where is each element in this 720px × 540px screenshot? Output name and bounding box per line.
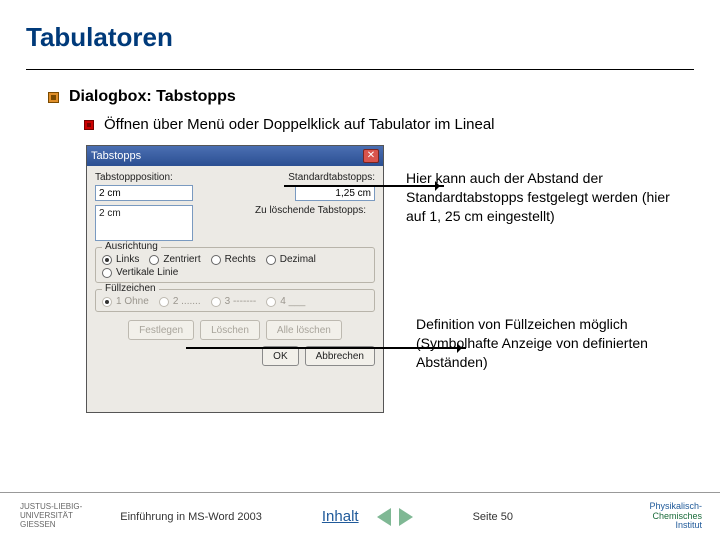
callout-text-2: Definition von Füllzeichen möglich (Symb… [416,315,686,372]
bullet2-text: Öffnen über Menü oder Doppelklick auf Ta… [104,116,495,133]
page-title: Tabulatoren [26,22,694,53]
fill-4-radio[interactable]: 4 ___ [266,296,305,307]
university-logo: JUSTUS-LIEBIG- UNIVERSITÄT GIESSEN [0,503,90,529]
delete-button[interactable]: Löschen [200,320,260,340]
align-dezimal-radio[interactable]: Dezimal [266,254,316,265]
dialog-title: Tabstopps [91,150,141,162]
close-button[interactable]: ✕ [363,149,379,163]
bullet-icon [84,120,94,130]
fill-3-radio[interactable]: 3 ------- [211,296,257,307]
fill-1-radio[interactable]: 1 Ohne [102,296,149,307]
prev-icon[interactable] [377,508,391,526]
align-rechts-radio[interactable]: Rechts [211,254,256,265]
footer: JUSTUS-LIEBIG- UNIVERSITÄT GIESSEN Einfü… [0,492,720,540]
course-title: Einführung in MS-Word 2003 [120,511,262,523]
to-delete-label: Zu löschende Tabstopps: [255,205,375,241]
bullet-level2: Öffnen über Menü oder Doppelklick auf Ta… [84,116,694,133]
delete-all-button[interactable]: Alle löschen [266,320,342,340]
default-input[interactable] [295,185,375,201]
callout-text-1: Hier kann auch der Abstand der Standardt… [406,169,676,226]
fill-group: Füllzeichen 1 Ohne 2 ....... 3 ------- 4… [95,289,375,312]
next-icon[interactable] [399,508,413,526]
pos-input[interactable] [95,185,193,201]
fill-2-radio[interactable]: 2 ....... [159,296,201,307]
default-label: Standardtabstopps: [288,172,375,183]
inhalt-link[interactable]: Inhalt [322,508,359,525]
ok-button[interactable]: OK [262,346,298,366]
pos-label: Tabstoppposition: [95,172,173,183]
bullet-icon [48,92,59,103]
align-links-radio[interactable]: Links [102,254,139,265]
nav-arrows [377,508,413,526]
set-button[interactable]: Festlegen [128,320,194,340]
pos-list[interactable]: 2 cm [95,205,193,241]
bullet1-text: Dialogbox: Tabstopps [69,88,236,106]
dialog-titlebar: Tabstopps ✕ [87,146,383,166]
align-vertikale-radio[interactable]: Vertikale Linie [102,267,178,278]
institute-logo: Physikalisch- Chemisches Institut [649,502,702,532]
align-zentriert-radio[interactable]: Zentriert [149,254,200,265]
bullet-level1: Dialogbox: Tabstopps [48,88,694,106]
fill-group-label: Füllzeichen [102,283,159,294]
alignment-group-label: Ausrichtung [102,241,161,252]
cancel-button[interactable]: Abbrechen [305,346,375,366]
divider [26,69,694,70]
alignment-group: Ausrichtung Links Zentriert Rechts Dezim… [95,247,375,283]
page-number: Seite 50 [473,511,513,523]
